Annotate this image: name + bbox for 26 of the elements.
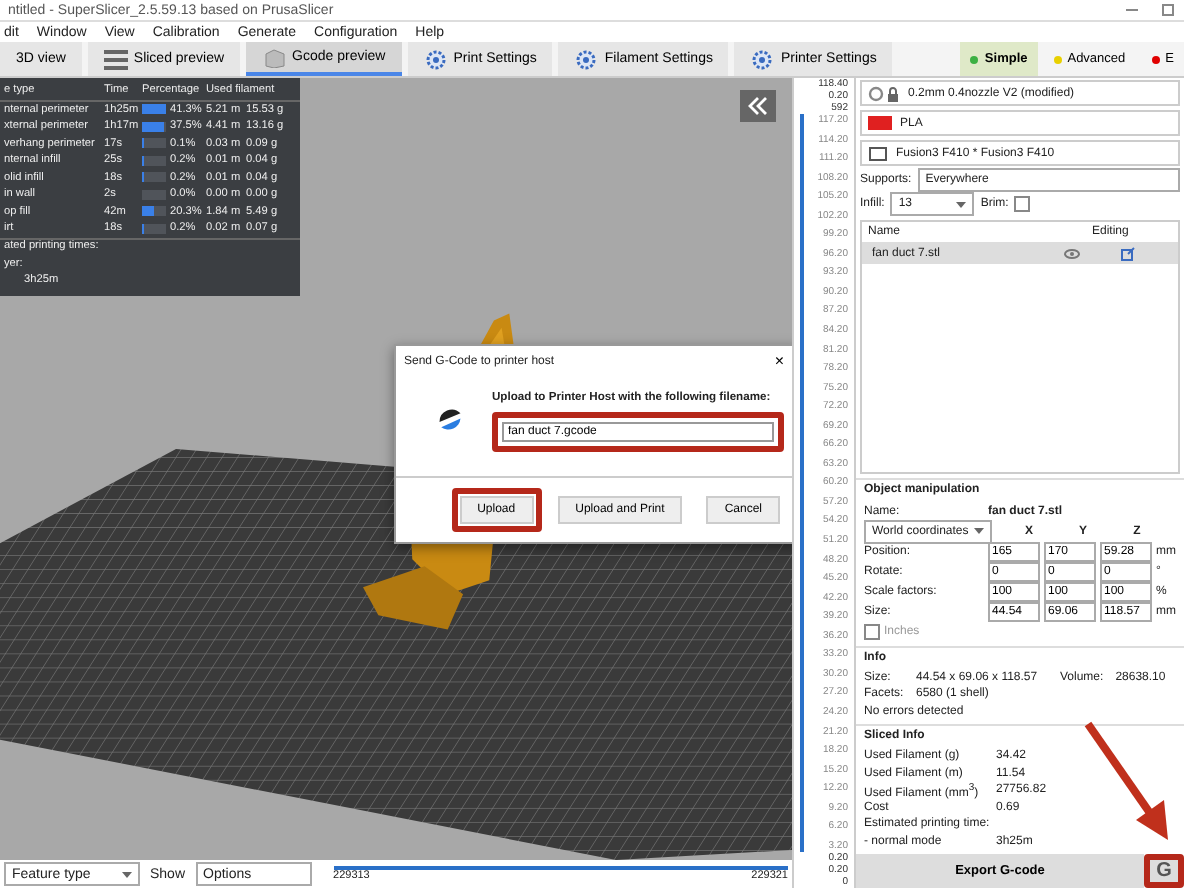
gear-icon (750, 49, 775, 69)
send-gcode-button[interactable]: G (1150, 860, 1178, 882)
printer-icon (869, 146, 887, 160)
inches-checkbox[interactable] (864, 623, 880, 639)
percentage-bar (142, 155, 166, 166)
edit-icon[interactable] (1120, 246, 1136, 262)
cube-icon (262, 47, 287, 67)
close-button[interactable]: × (770, 352, 788, 370)
percentage-bar (142, 121, 166, 132)
percentage-bar (142, 104, 166, 115)
percentage-bar (142, 206, 166, 217)
layers-icon (103, 49, 128, 69)
caret-icon (122, 871, 132, 877)
percentage-bar (142, 223, 166, 234)
brim-checkbox[interactable] (1014, 196, 1031, 212)
eye-icon[interactable] (1064, 248, 1080, 260)
caret-icon (974, 528, 984, 534)
maximize-icon[interactable] (1160, 4, 1176, 16)
minimize-icon[interactable] (1124, 4, 1140, 16)
gear-icon (574, 49, 599, 69)
percentage-bar (142, 189, 166, 200)
collapse-icon[interactable] (740, 90, 776, 122)
percentage-bar (142, 172, 166, 183)
percentage-bar (142, 138, 166, 149)
caret-icon (956, 201, 967, 207)
gear-icon (423, 49, 448, 69)
